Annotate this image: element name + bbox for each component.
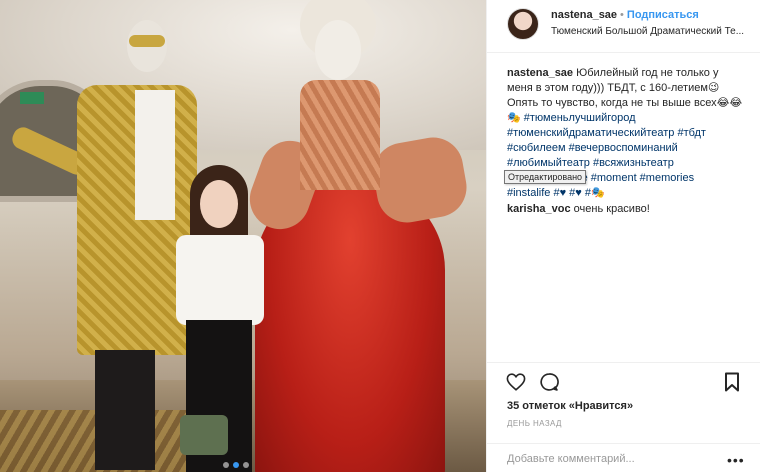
photo-figure-right-head	[315, 20, 361, 80]
post-photo[interactable]	[0, 0, 486, 472]
avatar[interactable]	[507, 8, 539, 40]
photo-figure-left	[9, 20, 197, 470]
photo-figure-middle-face	[200, 180, 238, 228]
caption-username[interactable]: nastena_sae	[507, 67, 573, 79]
photo-figure-middle-bag	[180, 415, 228, 455]
photo-exit-sign	[20, 92, 44, 104]
post-sidebar: nastena_sae • Подписаться Тюменский Большо…	[486, 0, 760, 472]
carousel-dot[interactable]	[223, 462, 229, 468]
edited-tooltip: Отредактировано	[504, 170, 587, 184]
header-user-row: nastena_sae • Подписаться	[551, 9, 699, 21]
location-link[interactable]: Тюменский Большой Драматический Те...	[551, 26, 749, 37]
more-options-button[interactable]: •••	[727, 452, 745, 468]
heart-icon[interactable]	[505, 371, 527, 393]
post-timestamp[interactable]: день назад	[507, 419, 562, 428]
follow-button[interactable]: Подписаться	[627, 9, 699, 21]
photo-figure-right-sleeve-right	[368, 132, 472, 228]
carousel-dot[interactable]	[243, 462, 249, 468]
carousel-dot-active[interactable]	[233, 462, 239, 468]
photo-figure-right-bodice	[300, 80, 380, 190]
header-separator: •	[620, 9, 624, 21]
post-actions: 35 отметок «Нравится» день назад •••	[487, 362, 760, 473]
caption-line-7[interactable]: #любимыйтеатр #всяжизньтеатр	[507, 156, 745, 171]
comment-input[interactable]	[505, 452, 709, 466]
photo-figure-right	[241, 0, 472, 472]
caption-line-5[interactable]: #тюменскийдраматическийтеатр #тбдт	[507, 126, 745, 141]
comment-text: очень красиво!	[573, 203, 650, 215]
caption-line-9[interactable]: #instalife #♥ #♥ #🎭	[507, 186, 745, 201]
photo-figure-left-legs	[95, 350, 155, 470]
bookmark-icon[interactable]	[721, 371, 743, 393]
photo-figure-middle	[168, 165, 268, 472]
add-comment-bar: •••	[487, 443, 760, 474]
caption-line-3: Опять то чувство, когда не ты выше всех😂…	[507, 97, 743, 109]
header-username[interactable]: nastena_sae	[551, 9, 617, 21]
speech-bubble-icon[interactable]	[538, 371, 560, 393]
caption-text-1: Юбилейный год не только у	[576, 67, 719, 79]
photo-figure-middle-blouse	[176, 235, 264, 325]
caption-line-6[interactable]: #сюбилеем #вечервоспоминаний	[507, 141, 745, 156]
post-header: nastena_sae • Подписаться Тюменский Большо…	[487, 0, 760, 53]
caption-line-2: меня в этом году))) ТБДТ, с 160-летием😉	[507, 82, 720, 94]
photo-figure-left-mask	[129, 35, 165, 47]
likes-count[interactable]: 35 отметок «Нравится»	[507, 400, 633, 412]
caption-line-1: nastena_sae Юбилейный год не только у	[507, 66, 745, 81]
comment-username[interactable]: karisha_voc	[507, 203, 571, 215]
comment-item: karisha_voc очень красиво!	[507, 203, 650, 215]
caption-line-4[interactable]: 🎭 #тюменьлучшийгород	[507, 111, 745, 126]
carousel-dots	[223, 462, 249, 468]
